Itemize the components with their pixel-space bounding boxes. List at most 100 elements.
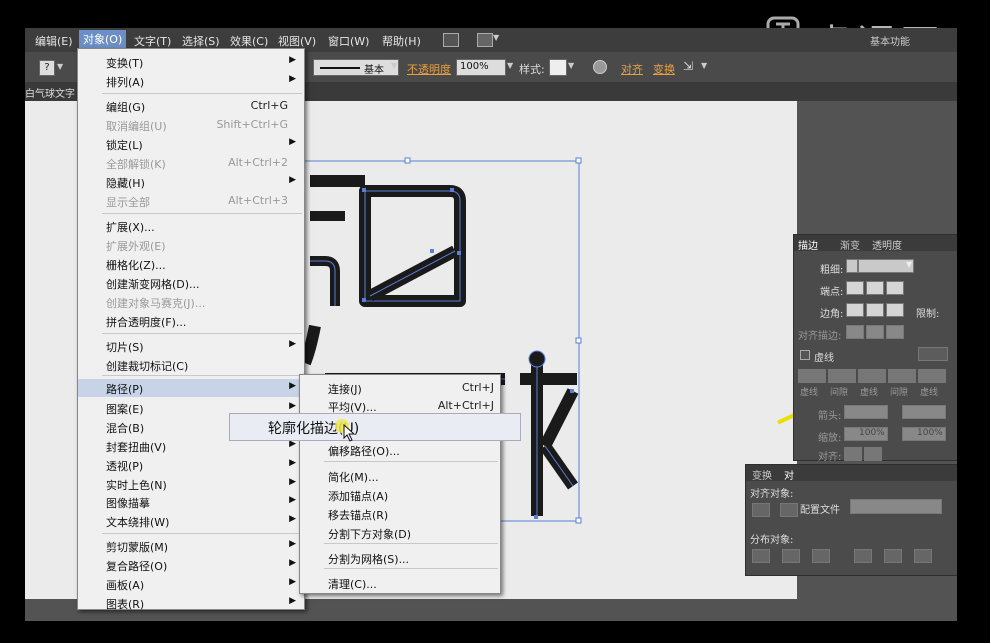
object-menu-item[interactable]: 创建渐变网格(D)...: [78, 274, 304, 292]
object-menu-item[interactable]: 拼合透明度(F)...: [78, 312, 304, 330]
dashed-checkbox[interactable]: [800, 350, 810, 360]
arrow-end-align-icon[interactable]: [864, 447, 882, 461]
miter-join-icon[interactable]: [846, 303, 864, 317]
align-inside-icon[interactable]: [866, 325, 884, 339]
object-menu-item[interactable]: 透视(P) ▶: [78, 456, 304, 474]
object-menu-item[interactable]: 图像描摹 ▶: [78, 493, 304, 511]
document-tab[interactable]: 白气球文字: [25, 85, 75, 100]
butt-cap-icon[interactable]: [846, 281, 864, 295]
menu-object[interactable]: 对象(O): [79, 30, 127, 50]
gap-input-1[interactable]: [828, 369, 856, 383]
submenu-arrow-icon: ▶: [289, 381, 296, 391]
end-arrow-select[interactable]: [902, 405, 946, 419]
object-menu-item[interactable]: 扩展(X)...: [78, 217, 304, 235]
object-menu-item[interactable]: 路径(P) ▶: [78, 379, 304, 397]
stroke-profile-select[interactable]: 基本: [313, 59, 399, 76]
start-scale-input[interactable]: 100%: [844, 427, 888, 441]
align-outside-icon[interactable]: [886, 325, 904, 339]
align-link[interactable]: 对齐: [621, 61, 643, 77]
distribute-left-icon[interactable]: [854, 549, 872, 563]
distribute-top-icon[interactable]: [752, 549, 770, 563]
tab-gradient[interactable]: 渐变: [840, 237, 860, 252]
path-menu-item[interactable]: 移去锚点(R): [300, 505, 500, 523]
object-menu-item[interactable]: 锁定(L) ▶: [78, 135, 304, 153]
object-menu-item[interactable]: 画板(A) ▶: [78, 575, 304, 593]
round-cap-icon[interactable]: [866, 281, 884, 295]
opacity-input[interactable]: 100%: [456, 59, 506, 76]
path-menu-item[interactable]: 分割为网格(S)...: [300, 549, 500, 567]
outline-stroke-hover-item[interactable]: 轮廓化描边(U): [229, 413, 521, 441]
workspace-switcher[interactable]: 基本功能: [870, 33, 910, 48]
menu-view[interactable]: 视图(V): [278, 33, 316, 49]
distribute-hcenter-icon[interactable]: [884, 549, 902, 563]
object-menu-item[interactable]: 图表(R) ▶: [78, 594, 304, 612]
chevron-down-icon[interactable]: ▼: [57, 62, 63, 71]
object-menu-item[interactable]: 栅格化(Z)...: [78, 255, 304, 273]
align-hcenter-icon[interactable]: [780, 503, 798, 517]
dash-preserve-icon[interactable]: [918, 347, 948, 361]
object-menu-item[interactable]: 实时上色(N) ▶: [78, 475, 304, 493]
tab-transform[interactable]: 变换: [752, 467, 772, 482]
path-menu-item[interactable]: 简化(M)...: [300, 467, 500, 485]
tab-stroke[interactable]: 描边: [798, 237, 818, 252]
chevron-down-icon[interactable]: ▼: [568, 61, 574, 70]
help-icon[interactable]: ?: [39, 60, 55, 76]
path-menu-item[interactable]: 连接(J) Ctrl+J: [300, 379, 500, 397]
distribute-right-icon[interactable]: [914, 549, 932, 563]
chevron-down-icon[interactable]: ▼: [391, 61, 397, 70]
object-menu-item[interactable]: 创建裁切标记(C): [78, 356, 304, 374]
chevron-down-icon[interactable]: ▼: [493, 33, 499, 42]
align-center-icon[interactable]: [846, 325, 864, 339]
menu-item-label: 封套扭曲(V): [106, 441, 167, 454]
dash-input-1[interactable]: [798, 369, 826, 383]
menu-effect[interactable]: 效果(C): [230, 33, 268, 49]
start-arrow-select[interactable]: [844, 405, 888, 419]
align-left-icon[interactable]: [752, 503, 770, 517]
menu-help[interactable]: 帮助(H): [382, 33, 421, 49]
graphic-style-swatch[interactable]: [549, 59, 567, 76]
weight-stepper[interactable]: [846, 259, 858, 273]
object-menu-item[interactable]: 切片(S) ▶: [78, 337, 304, 355]
opacity-label[interactable]: 不透明度: [407, 61, 451, 77]
object-menu-item[interactable]: 文本绕排(W) ▶: [78, 512, 304, 530]
path-menu-item[interactable]: 偏移路径(O)...: [300, 441, 500, 459]
menu-select[interactable]: 选择(S): [182, 33, 220, 49]
object-menu-item[interactable]: 剪切蒙版(M) ▶: [78, 537, 304, 555]
end-scale-input[interactable]: 100%: [902, 427, 946, 441]
isolate-icon[interactable]: ⇲: [683, 59, 693, 73]
distribute-vcenter-icon[interactable]: [782, 549, 800, 563]
object-menu-item[interactable]: 变换(T) ▶: [78, 53, 304, 71]
menu-type[interactable]: 文字(T): [134, 33, 171, 49]
bridge-icon[interactable]: [443, 33, 459, 47]
menu-item-label: 分割下方对象(D): [328, 528, 412, 541]
dash-input-3[interactable]: [918, 369, 946, 383]
submenu-arrow-icon: ▶: [289, 137, 296, 147]
object-menu-item[interactable]: 复合路径(O) ▶: [78, 556, 304, 574]
recolor-artwork-icon[interactable]: [593, 60, 607, 74]
bevel-join-icon[interactable]: [886, 303, 904, 317]
gap-input-2[interactable]: [888, 369, 916, 383]
chevron-down-icon[interactable]: ▼: [507, 61, 513, 70]
tab-transparency[interactable]: 透明度: [872, 237, 902, 252]
object-menu-item[interactable]: 编组(G) Ctrl+G: [78, 97, 304, 115]
distribute-bottom-icon[interactable]: [812, 549, 830, 563]
path-menu-item[interactable]: 添加锚点(A): [300, 486, 500, 504]
path-menu-item[interactable]: 分割下方对象(D): [300, 524, 500, 542]
path-menu-item[interactable]: 清理(C)...: [300, 574, 500, 592]
arrange-documents-icon[interactable]: [477, 33, 493, 47]
arrow-tip-align-icon[interactable]: [844, 447, 862, 461]
tab-align[interactable]: 对: [784, 467, 794, 482]
end-scale-value: 100%: [917, 428, 943, 438]
distribute-objects-label: 分布对象:: [750, 535, 794, 546]
dash-input-2[interactable]: [858, 369, 886, 383]
transform-link[interactable]: 变换: [653, 61, 675, 77]
object-menu-item[interactable]: 排列(A) ▶: [78, 72, 304, 90]
round-join-icon[interactable]: [866, 303, 884, 317]
menu-window[interactable]: 窗口(W): [328, 33, 369, 49]
chevron-down-icon[interactable]: ▼: [906, 260, 912, 269]
profile-select[interactable]: [850, 499, 942, 514]
menu-edit[interactable]: 编辑(E): [35, 33, 73, 49]
object-menu-item[interactable]: 隐藏(H) ▶: [78, 173, 304, 191]
projecting-cap-icon[interactable]: [886, 281, 904, 295]
chevron-down-icon[interactable]: ▼: [701, 61, 707, 70]
